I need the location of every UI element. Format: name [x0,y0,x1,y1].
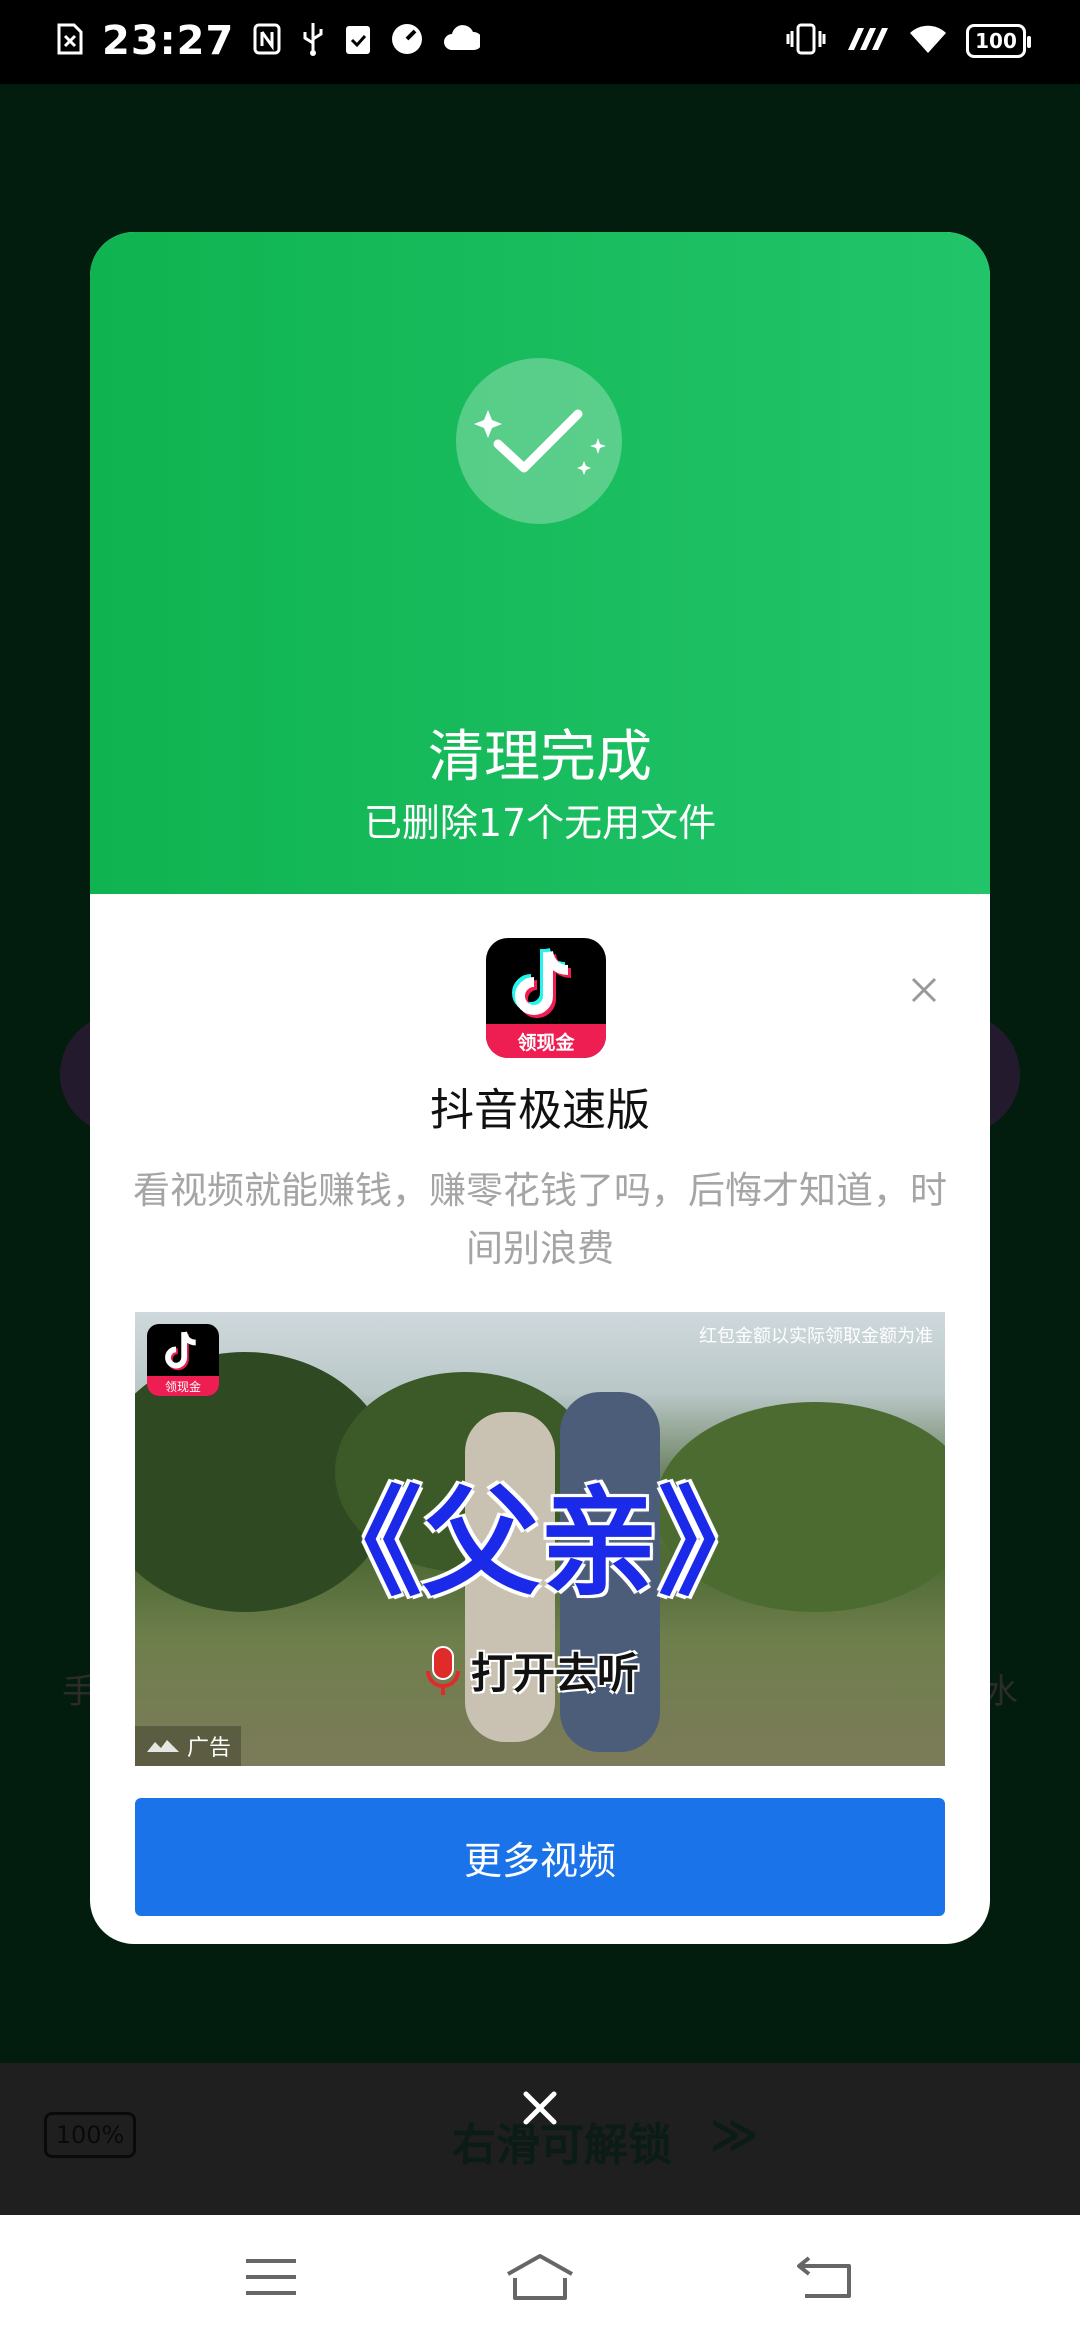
tiktok-logo-icon [165,1331,196,1371]
ad-network-logo-icon [147,1740,179,1752]
ad-listen-text: 打开去听 [471,1649,640,1698]
status-right: 100 [786,22,1031,60]
nav-back-button[interactable] [790,2247,860,2307]
dialog-subtitle: 已删除17个无用文件 [363,801,717,845]
dialog-header: 清理完成 已删除17个无用文件 [90,232,990,894]
more-videos-button[interactable]: 更多视频 [135,1798,945,1916]
tiktok-logo-icon [512,947,572,1018]
ad-listen: 打开去听 [425,1640,639,1701]
home-icon [507,2254,573,2300]
success-check-icon [456,358,622,524]
unlock-bar: 100% 右滑可解锁 ≫ [0,2063,1080,2215]
battery-icon: 100 [966,24,1031,58]
close-icon [911,977,937,1003]
unlock-arrows-icon: ≫ [710,2107,759,2161]
app-icon-tag: 领现金 [486,1024,606,1058]
status-time: 23:27 [102,18,235,64]
clipboard-check-icon [344,22,372,60]
cloud-icon [442,24,483,58]
app-icon[interactable]: 领现金 [486,938,606,1058]
lock-battery-indicator: 100% [44,2112,136,2158]
wifi-icon [908,23,948,59]
nav-menu-button[interactable] [236,2247,306,2307]
ad-label: 广告 [135,1726,242,1766]
dialog-title: 清理完成 [428,725,652,790]
vibrate-icon [786,22,826,60]
usb-icon [300,21,326,61]
ad-mini-app-icon: 领现金 [147,1324,219,1396]
ad-disclaimer: 红包金额以实际领取金额为准 [699,1326,933,1347]
nfc-icon [252,22,282,60]
ad-big-title: 《父亲》 [303,1473,776,1612]
signal-icon [844,24,890,58]
navigation-bar [0,2215,1080,2340]
ad-close-button[interactable] [904,970,944,1010]
app-description: 看视频就能赚钱，赚零花钱了吗，后悔才知道，时间别浪费 [133,1169,947,1270]
status-bar: 23:27 100 [0,0,1080,84]
clean-complete-dialog: 清理完成 已删除17个无用文件 领现金 抖音极速版 看视频就能赚钱，赚零花钱了吗… [90,232,990,1944]
menu-icon [246,2259,296,2295]
nav-home-button[interactable] [505,2247,575,2307]
status-left: 23:27 [56,18,483,64]
app-name: 抖音极速版 [430,1085,650,1136]
sim-error-icon [56,22,84,60]
ad-image[interactable]: 领现金 红包金额以实际领取金额为准 《父亲》 打开去听 广告 [135,1312,945,1766]
microphone-icon [426,1645,460,1695]
back-icon [797,2256,851,2298]
ad-label-text: 广告 [187,1736,232,1761]
close-icon [523,2091,557,2125]
ad-mini-tag: 领现金 [147,1376,219,1396]
close-dialog-button[interactable] [515,2083,565,2133]
gauge-icon [390,22,424,60]
